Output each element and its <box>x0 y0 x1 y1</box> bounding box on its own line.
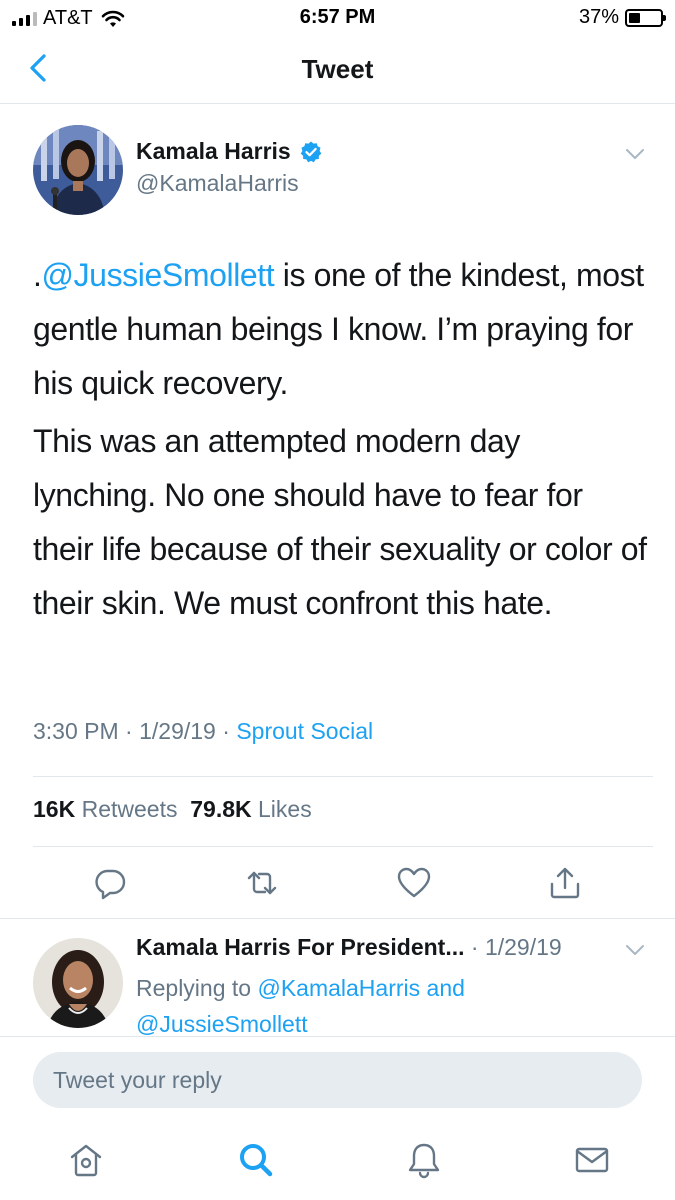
tweet-source-link[interactable]: Sprout Social <box>236 718 373 744</box>
status-bar: AT&T 6:57 PM 37% <box>0 0 675 36</box>
battery-percent: 37% <box>578 6 619 28</box>
likes-stat[interactable]: 79.8K Likes <box>190 796 311 822</box>
retweets-label: Retweets <box>81 796 178 822</box>
tweet-prefix: . <box>33 257 42 293</box>
tweet-text: .@JussieSmollett is one of the kindest, … <box>33 248 648 634</box>
tweet-actions <box>0 860 675 906</box>
tweet-time: 3:30 PM <box>33 718 119 744</box>
meta-separator-2: · <box>215 718 237 744</box>
tweet-paragraph-2: This was an attempted modern day lynchin… <box>33 423 647 621</box>
heart-icon[interactable] <box>397 866 431 900</box>
status-bar-right: 37% <box>578 6 666 29</box>
reply-input[interactable] <box>33 1052 642 1108</box>
search-icon[interactable] <box>236 1140 276 1180</box>
replying-to: Replying to @KamalaHarris and @JussieSmol… <box>136 970 636 1042</box>
tweet-meta: 3:30 PM · 1/29/19 · Sprout Social <box>33 718 373 745</box>
divider <box>33 776 653 777</box>
battery-icon <box>625 8 666 27</box>
meta-separator-1: · <box>118 718 140 744</box>
author-handle[interactable]: @KamalaHarris <box>136 170 299 197</box>
status-time: 6:57 PM <box>299 6 376 28</box>
likes-count: 79.8K <box>190 796 252 822</box>
reply-date: · 1/29/19 <box>464 934 562 960</box>
tweet-stats: 16K Retweets 79.8K Likes <box>33 796 312 823</box>
replying-to-prefix: Replying to <box>136 975 258 1001</box>
replying-to-mention-1[interactable]: @KamalaHarris <box>257 975 420 1001</box>
retweets-stat[interactable]: 16K Retweets <box>33 796 177 822</box>
reply-composer <box>0 1036 675 1122</box>
tweet-date: 1/29/19 <box>139 718 216 744</box>
author-name-row[interactable]: Kamala Harris <box>136 138 323 165</box>
bell-icon[interactable] <box>404 1140 444 1180</box>
reply-author-name[interactable]: Kamala Harris For President... <box>136 934 465 960</box>
chevron-down-icon[interactable] <box>624 146 646 162</box>
retweet-icon[interactable] <box>245 866 279 900</box>
nav-bar: Tweet <box>0 36 675 104</box>
share-icon[interactable] <box>548 866 582 900</box>
replying-to-mention-2[interactable]: @JussieSmollett <box>136 1011 308 1037</box>
battery-fill <box>629 12 641 23</box>
avatar-image <box>33 125 123 215</box>
avatar[interactable] <box>33 125 123 215</box>
reply-avatar-image <box>33 938 123 1028</box>
replying-to-and: and <box>420 975 465 1001</box>
retweets-count: 16K <box>33 796 76 822</box>
mail-icon[interactable] <box>572 1140 612 1180</box>
tweet-paragraph-1: .@JussieSmollett is one of the kindest, … <box>33 248 648 410</box>
divider <box>33 846 653 847</box>
likes-label: Likes <box>258 796 312 822</box>
mention-link[interactable]: @JussieSmollett <box>42 257 275 293</box>
reply-icon[interactable] <box>93 866 127 900</box>
author-name[interactable]: Kamala Harris <box>136 138 291 165</box>
reply-avatar[interactable] <box>33 938 123 1028</box>
home-icon[interactable] <box>66 1140 106 1180</box>
chevron-down-icon[interactable] <box>624 942 646 958</box>
reply-header: Kamala Harris For President... · 1/29/19 <box>136 934 562 961</box>
divider <box>0 918 675 919</box>
verified-badge-icon <box>300 141 322 162</box>
tab-bar <box>0 1122 675 1200</box>
page-title: Tweet <box>301 54 374 84</box>
